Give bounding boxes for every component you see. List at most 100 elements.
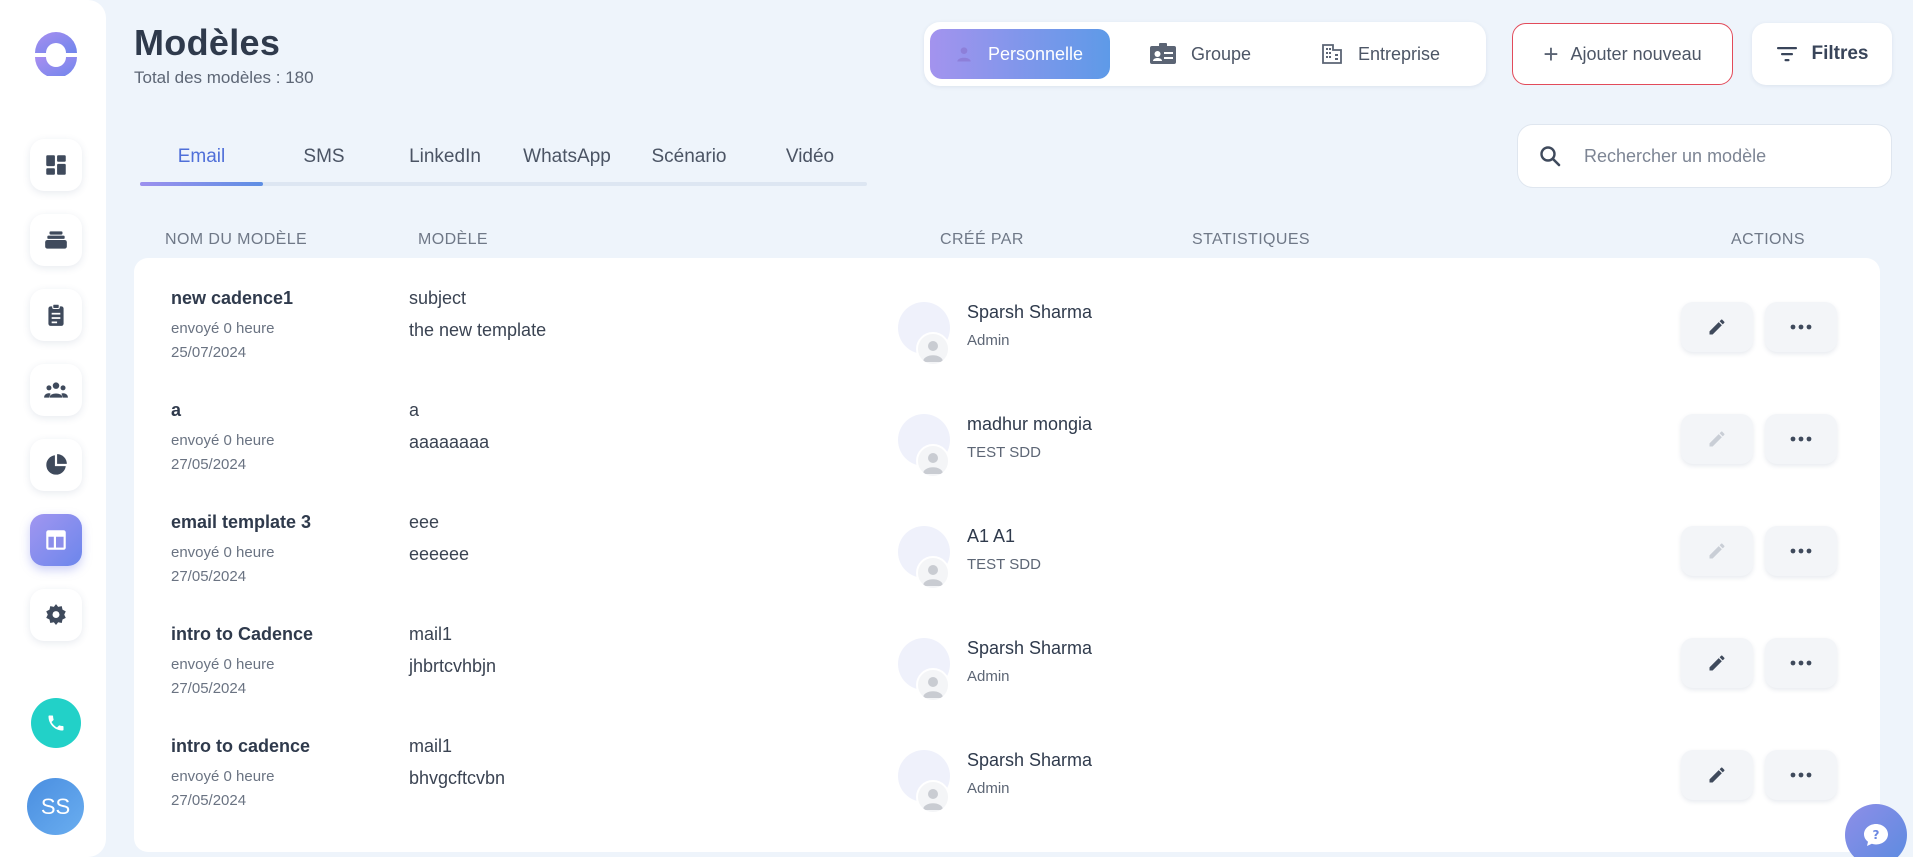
svg-text:?: ? bbox=[1873, 828, 1880, 842]
search-icon bbox=[1540, 146, 1561, 167]
more-options-button[interactable] bbox=[1765, 638, 1837, 688]
edit-button[interactable] bbox=[1681, 750, 1753, 800]
column-header-statistics: STATISTIQUES bbox=[1192, 231, 1310, 248]
sidebar-item-templates[interactable] bbox=[30, 514, 82, 566]
column-header-created-by: CRÉÉ PAR bbox=[940, 231, 1024, 248]
phone-icon bbox=[48, 715, 64, 731]
scope-switcher: Personnelle Groupe Entreprise bbox=[924, 22, 1486, 86]
call-button[interactable] bbox=[31, 698, 81, 748]
app-logo[interactable] bbox=[33, 30, 79, 76]
add-new-button[interactable]: + Ajouter nouveau bbox=[1512, 23, 1733, 85]
table-row[interactable]: email template 3 envoyé 0 heure 27/05/20… bbox=[134, 482, 1880, 594]
plus-icon: + bbox=[1543, 39, 1559, 69]
scope-tab-personnelle[interactable]: Personnelle bbox=[930, 29, 1110, 79]
more-options-button[interactable] bbox=[1765, 414, 1837, 464]
creator-role: Admin bbox=[967, 668, 1010, 685]
template-subject: mail1 bbox=[409, 624, 453, 644]
tab-linkedin[interactable]: LinkedIn bbox=[385, 146, 505, 176]
sidebar-item-reports[interactable] bbox=[30, 439, 82, 491]
filter-icon bbox=[1777, 47, 1798, 62]
table-row[interactable]: a envoyé 0 heure 27/05/2024 a aaaaaaaa m… bbox=[134, 370, 1880, 482]
more-options-button[interactable] bbox=[1765, 302, 1837, 352]
id-card-icon bbox=[1150, 43, 1176, 64]
creator-name: A1 A1 bbox=[967, 526, 1016, 546]
help-button[interactable]: ? bbox=[1845, 804, 1907, 857]
edit-button[interactable] bbox=[1681, 638, 1753, 688]
template-name: a bbox=[171, 400, 182, 420]
tab-email[interactable]: Email bbox=[140, 146, 263, 176]
pencil-icon bbox=[1709, 655, 1725, 671]
help-icon: ? bbox=[1864, 824, 1888, 846]
creator-role: TEST SDD bbox=[967, 556, 1041, 573]
people-icon bbox=[44, 382, 68, 398]
creator-avatar bbox=[898, 414, 956, 478]
tab-whatsapp[interactable]: WhatsApp bbox=[505, 146, 629, 176]
total-templates-count: Total des modèles : 180 bbox=[134, 68, 314, 87]
channel-tabs: Email SMS LinkedIn WhatsApp Scénario Vid… bbox=[140, 140, 867, 186]
template-name: intro to cadence bbox=[171, 736, 311, 756]
user-icon bbox=[957, 47, 971, 62]
edit-button-disabled bbox=[1681, 414, 1753, 464]
tab-active-indicator bbox=[140, 182, 263, 186]
scope-tab-label: Personnelle bbox=[988, 43, 1084, 64]
more-options-button[interactable] bbox=[1765, 750, 1837, 800]
sidebar-item-dashboard[interactable] bbox=[30, 139, 82, 191]
template-date: 27/05/2024 bbox=[171, 568, 247, 585]
building-icon bbox=[1322, 44, 1342, 64]
edit-button[interactable] bbox=[1681, 302, 1753, 352]
filters-label: Filtres bbox=[1811, 43, 1869, 64]
user-avatar[interactable]: SS bbox=[27, 778, 84, 835]
creator-avatar bbox=[898, 638, 956, 702]
add-new-label: Ajouter nouveau bbox=[1570, 43, 1702, 64]
tab-sms[interactable]: SMS bbox=[263, 146, 385, 176]
template-subject: subject bbox=[409, 288, 467, 308]
sidebar-item-settings[interactable] bbox=[30, 589, 82, 641]
tab-scenario[interactable]: Scénario bbox=[629, 146, 749, 176]
template-date: 27/05/2024 bbox=[171, 792, 247, 809]
template-name: email template 3 bbox=[171, 512, 312, 532]
filters-button[interactable]: Filtres bbox=[1752, 23, 1892, 85]
user-placeholder-icon bbox=[923, 677, 943, 698]
scope-tab-entreprise[interactable]: Entreprise bbox=[1320, 29, 1480, 79]
settings-icon bbox=[46, 604, 66, 625]
more-horizontal-icon bbox=[1790, 436, 1812, 442]
tab-video[interactable]: Vidéo bbox=[749, 146, 871, 176]
templates-icon bbox=[46, 530, 66, 550]
sidebar-item-tasks[interactable] bbox=[30, 289, 82, 341]
template-sent-info: envoyé 0 heure bbox=[171, 544, 275, 561]
creator-name: madhur mongia bbox=[967, 414, 1093, 434]
template-subject: a bbox=[409, 400, 420, 420]
column-header-template: MODÈLE bbox=[418, 231, 488, 248]
creator-name: Sparsh Sharma bbox=[967, 638, 1093, 658]
template-date: 25/07/2024 bbox=[171, 344, 247, 361]
search-input[interactable] bbox=[1584, 145, 1864, 167]
table-row[interactable]: intro to cadence envoyé 0 heure 27/05/20… bbox=[134, 706, 1880, 818]
pencil-icon bbox=[1709, 767, 1725, 783]
sidebar: SS bbox=[0, 0, 106, 857]
creator-avatar bbox=[898, 526, 956, 590]
table-row[interactable]: intro to Cadence envoyé 0 heure 27/05/20… bbox=[134, 594, 1880, 706]
templates-table: new cadence1 envoyé 0 heure 25/07/2024 s… bbox=[134, 258, 1880, 852]
table-row[interactable]: new cadence1 envoyé 0 heure 25/07/2024 s… bbox=[134, 258, 1880, 370]
pencil-icon bbox=[1709, 431, 1725, 447]
more-horizontal-icon bbox=[1790, 660, 1812, 666]
template-body: aaaaaaaa bbox=[409, 432, 490, 452]
creator-name: Sparsh Sharma bbox=[967, 750, 1093, 770]
more-options-button[interactable] bbox=[1765, 526, 1837, 576]
scope-tab-label: Groupe bbox=[1191, 43, 1252, 64]
user-placeholder-icon bbox=[923, 789, 943, 810]
template-date: 27/05/2024 bbox=[171, 680, 247, 697]
more-horizontal-icon bbox=[1790, 548, 1812, 554]
user-placeholder-icon bbox=[923, 453, 943, 474]
scope-tab-groupe[interactable]: Groupe bbox=[1149, 29, 1279, 79]
creator-avatar bbox=[898, 750, 956, 814]
template-body: the new template bbox=[409, 320, 547, 340]
creator-avatar bbox=[898, 302, 956, 366]
template-sent-info: envoyé 0 heure bbox=[171, 768, 275, 785]
cadence-icon bbox=[45, 231, 67, 249]
template-date: 27/05/2024 bbox=[171, 456, 247, 473]
template-name: new cadence1 bbox=[171, 288, 294, 308]
sidebar-item-people[interactable] bbox=[30, 364, 82, 416]
pencil-icon bbox=[1709, 319, 1725, 335]
sidebar-item-cadence[interactable] bbox=[30, 214, 82, 266]
